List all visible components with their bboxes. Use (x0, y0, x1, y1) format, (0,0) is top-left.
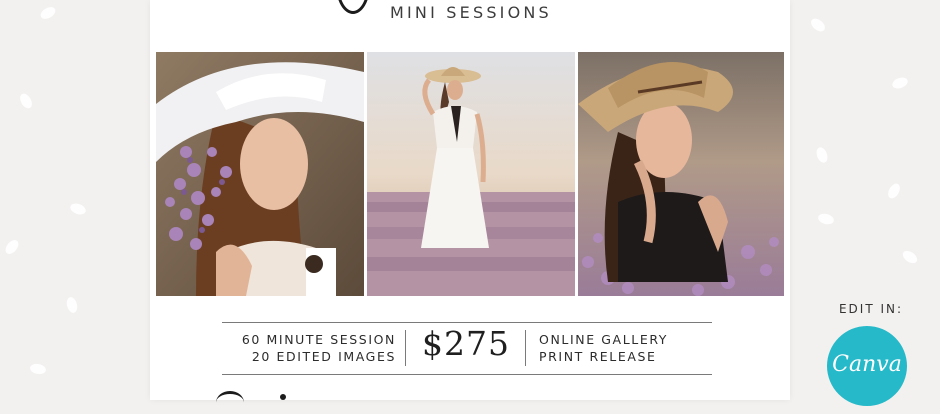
petal-decoration (38, 4, 58, 22)
canva-logo-text: Canva (832, 351, 902, 377)
details-divider-right (525, 330, 526, 366)
petal-decoration (814, 145, 830, 165)
petal-decoration (17, 91, 35, 111)
petal-decoration (885, 181, 903, 201)
edited-images-count: 20 EDITED IMAGES (251, 349, 396, 364)
photo-white-dress-field (367, 52, 575, 296)
petal-decoration (3, 237, 21, 257)
petal-decoration (890, 75, 910, 91)
woman-full-length-image (367, 52, 575, 296)
script-title-glyph (336, 0, 370, 14)
script-footer-dot (280, 394, 286, 400)
session-details-right: ONLINE GALLERY PRINT RELEASE (539, 331, 719, 365)
edit-in-label: EDIT IN: (838, 302, 904, 316)
details-divider-left (405, 330, 406, 366)
script-footer-glyph (216, 391, 244, 414)
woman-portrait-image (156, 52, 364, 296)
flyer-card: MINI SESSIONS 60 MINUTE SESSION 20 EDITE… (150, 0, 790, 400)
canva-badge[interactable]: Canva (827, 326, 907, 406)
session-price: $275 (422, 324, 510, 363)
online-gallery-text: ONLINE GALLERY (539, 332, 669, 347)
session-details-left: 60 MINUTE SESSION 20 EDITED IMAGES (222, 331, 396, 365)
petal-decoration (68, 201, 88, 217)
page-subtitle: MINI SESSIONS (390, 3, 552, 22)
petal-decoration (816, 212, 836, 226)
photo-closeup-lavender-hat (156, 52, 364, 296)
session-duration: 60 MINUTE SESSION (241, 332, 396, 347)
woman-portrait-image (578, 52, 784, 296)
petal-decoration (808, 16, 828, 34)
petal-decoration (65, 295, 79, 315)
print-release-text: PRINT RELEASE (539, 349, 657, 364)
details-bottom-rule (222, 374, 712, 375)
petal-decoration (900, 248, 920, 266)
details-top-rule (222, 322, 712, 323)
petal-decoration (29, 362, 47, 376)
photo-hat-black-top (578, 52, 784, 296)
